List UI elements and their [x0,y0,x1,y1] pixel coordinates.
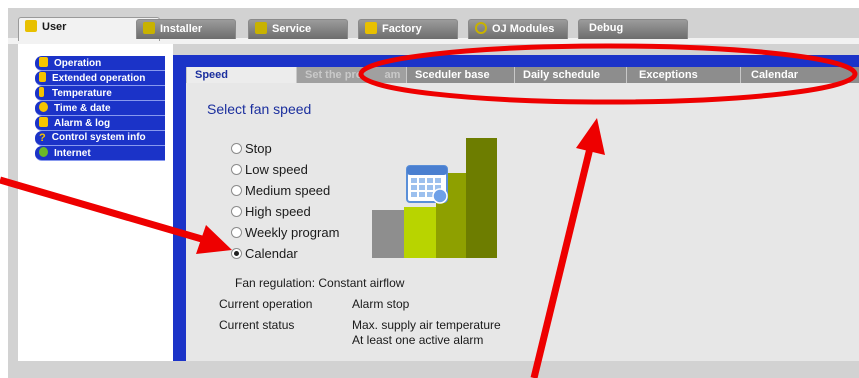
annotation-arrow-left-shaft [0,176,213,246]
annotation-arrow-left-head [196,225,232,254]
annotation-overlay [0,43,858,378]
annotation-ellipse [358,43,858,105]
annotation-arrow-up-shaft [530,139,596,378]
annotation-arrow-up-head [576,118,605,155]
